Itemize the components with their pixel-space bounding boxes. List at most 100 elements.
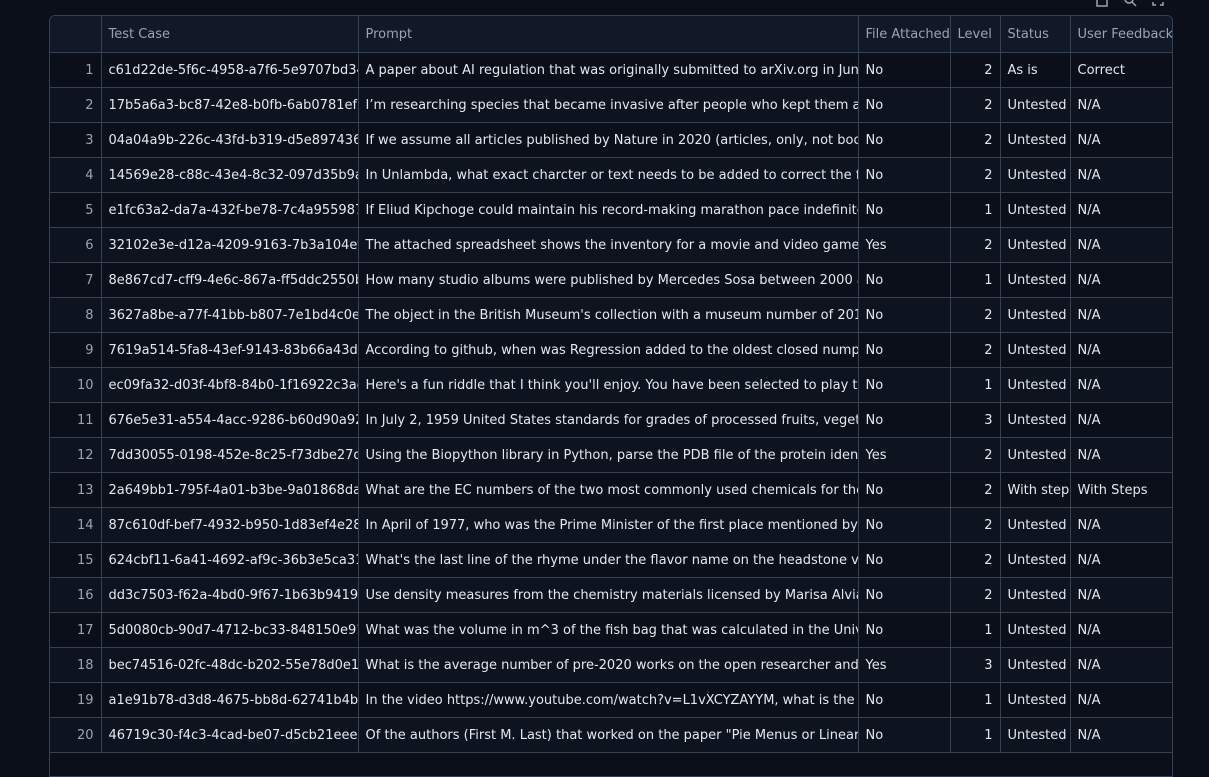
table-row[interactable]: 632102e3e-d12a-4209-9163-7b3a104efe5dThe… [50,227,1172,263]
status-cell[interactable]: Untested [1000,122,1071,158]
file-attached-cell[interactable]: Yes [858,437,951,473]
status-cell[interactable]: Untested [1000,577,1071,613]
row-index[interactable]: 6 [50,227,102,263]
test-case-id[interactable]: 7619a514-5fa8-43ef-9143-83b66a43d7a4 [101,332,359,368]
status-cell[interactable]: Untested [1000,507,1071,543]
level-cell[interactable]: 2 [950,577,1001,613]
prompt-cell[interactable]: Using the Biopython library in Python, p… [358,437,859,473]
row-index[interactable]: 19 [50,682,102,718]
file-attached-cell[interactable]: No [858,542,951,578]
status-cell[interactable]: Untested [1000,717,1071,753]
user-feedback-cell[interactable]: N/A [1070,507,1172,543]
search-icon[interactable] [1123,0,1137,7]
status-cell[interactable]: Untested [1000,402,1071,438]
status-cell[interactable]: Untested [1000,87,1071,123]
row-index[interactable]: 20 [50,717,102,753]
test-case-id[interactable]: 46719c30-f4c3-4cad-be07-d5cb21eee6bb [101,717,359,753]
table-row[interactable]: 11676e5e31-a554-4acc-9286-b60d90a92d26In… [50,402,1172,438]
user-feedback-cell[interactable]: N/A [1070,402,1172,438]
table-row[interactable]: 15 624cbf11-6a41-4692-af9c-36b3e5ca3130 Wh… [50,542,1172,578]
user-feedback-cell[interactable]: N/A [1070,612,1172,648]
prompt-cell[interactable]: What's the last line of the rhyme under … [358,542,859,578]
user-feedback-cell[interactable]: N/A [1070,122,1172,158]
prompt-cell[interactable]: What was the volume in m^3 of the fish b… [358,612,859,648]
file-attached-cell[interactable]: Yes [858,647,951,683]
header-status[interactable]: Status [1000,16,1071,53]
table-row[interactable]: 13 2a649bb1-795f-4a01-b3be-9a01868dae73 Wh… [50,472,1172,508]
row-index[interactable]: 8 [50,297,102,333]
header-test-case[interactable]: Test Case [101,16,359,53]
status-cell[interactable]: Untested [1000,192,1071,228]
row-index[interactable]: 11 [50,402,102,438]
status-cell[interactable]: Untested [1000,227,1071,263]
header-level[interactable]: Level [950,16,1001,53]
level-cell[interactable]: 1 [950,262,1001,298]
row-index[interactable]: 16 [50,577,102,613]
test-case-id[interactable]: 32102e3e-d12a-4209-9163-7b3a104efe5d [101,227,359,263]
file-attached-cell[interactable]: Yes [858,227,951,263]
level-cell[interactable]: 2 [950,157,1001,193]
user-feedback-cell[interactable]: N/A [1070,717,1172,753]
prompt-cell[interactable]: What are the EC numbers of the two most … [358,472,859,508]
user-feedback-cell[interactable]: N/A [1070,227,1172,263]
file-attached-cell[interactable]: No [858,297,951,333]
user-feedback-cell[interactable]: N/A [1070,297,1172,333]
file-attached-cell[interactable]: No [858,682,951,718]
table-row[interactable]: 12 7dd30055-0198-452e-8c25-f73dbe27dcb8 Us… [50,437,1172,473]
row-index[interactable]: 15 [50,542,102,578]
file-attached-cell[interactable]: No [858,192,951,228]
file-attached-cell[interactable]: No [858,577,951,613]
row-index[interactable]: 3 [50,122,102,158]
test-case-id[interactable]: 2a649bb1-795f-4a01-b3be-9a01868dae73 [101,472,359,508]
prompt-cell[interactable]: Here's a fun riddle that I think you'll … [358,367,859,403]
file-attached-cell[interactable]: No [858,507,951,543]
test-case-id[interactable]: a1e91b78-d3d8-4675-bb8d-62741b4b68a6 [101,682,359,718]
table-row[interactable]: 18 bec74516-02fc-48dc-b202-55e78d0e17cf Wh… [50,647,1172,683]
status-cell[interactable]: Untested [1000,332,1071,368]
user-feedback-cell[interactable]: N/A [1070,542,1172,578]
row-index[interactable]: 10 [50,367,102,403]
level-cell[interactable]: 2 [950,472,1001,508]
row-index[interactable]: 13 [50,472,102,508]
prompt-cell[interactable]: A paper about AI regulation that was ori… [358,52,859,88]
file-attached-cell[interactable]: No [858,87,951,123]
status-cell[interactable]: As is [1000,52,1071,88]
table-row[interactable]: 10 ec09fa32-d03f-4bf8-84b0-1f16922c3ae4 He… [50,367,1172,403]
header-file-attached[interactable]: File Attached [858,16,951,53]
row-index[interactable]: 14 [50,507,102,543]
status-cell[interactable]: Untested [1000,262,1071,298]
prompt-cell[interactable]: In April of 1977, who was the Prime Mini… [358,507,859,543]
user-feedback-cell[interactable]: N/A [1070,367,1172,403]
row-index[interactable]: 18 [50,647,102,683]
table-row[interactable]: 9 7619a514-5fa8-43ef-9143-83b66a43d7a4 Acc… [50,332,1172,368]
row-index[interactable]: 17 [50,612,102,648]
level-cell[interactable]: 2 [950,332,1001,368]
status-cell[interactable]: Untested [1000,682,1071,718]
header-index[interactable] [50,16,102,53]
file-attached-cell[interactable]: No [858,262,951,298]
level-cell[interactable]: 2 [950,87,1001,123]
status-cell[interactable]: Untested [1000,297,1071,333]
prompt-cell[interactable]: What is the average number of pre-2020 w… [358,647,859,683]
table-row[interactable]: 5 e1fc63a2-da7a-432f-be78-7c4a95598703 If … [50,192,1172,228]
level-cell[interactable]: 2 [950,542,1001,578]
level-cell[interactable]: 1 [950,367,1001,403]
prompt-cell[interactable]: In Unlambda, what exact charcter or text… [358,157,859,193]
prompt-cell[interactable]: If we assume all articles published by N… [358,122,859,158]
test-case-id[interactable]: bec74516-02fc-48dc-b202-55e78d0e17cf [101,647,359,683]
level-cell[interactable]: 1 [950,192,1001,228]
prompt-cell[interactable]: The attached spreadsheet shows the inven… [358,227,859,263]
test-case-id[interactable]: 3627a8be-a77f-41bb-b807-7e1bd4c0ebdf [101,297,359,333]
user-feedback-cell[interactable]: N/A [1070,682,1172,718]
table-row[interactable]: 14 87c610df-bef7-4932-b950-1d83ef4e282b In… [50,507,1172,543]
table-row[interactable]: 7 8e867cd7-cff9-4e6c-867a-ff5ddc2550be How… [50,262,1172,298]
test-case-id[interactable]: 14569e28-c88c-43e4-8c32-097d35b9a67d [101,157,359,193]
table-row[interactable]: 414569e28-c88c-43e4-8c32-097d35b9a67dIn … [50,157,1172,193]
user-feedback-cell[interactable]: N/A [1070,437,1172,473]
level-cell[interactable]: 2 [950,297,1001,333]
test-case-id[interactable]: 624cbf11-6a41-4692-af9c-36b3e5ca3130 [101,542,359,578]
table-row[interactable]: 3 04a04a9b-226c-43fd-b319-d5e89743676f If … [50,122,1172,158]
level-cell[interactable]: 1 [950,612,1001,648]
file-attached-cell[interactable]: No [858,472,951,508]
row-index[interactable]: 12 [50,437,102,473]
